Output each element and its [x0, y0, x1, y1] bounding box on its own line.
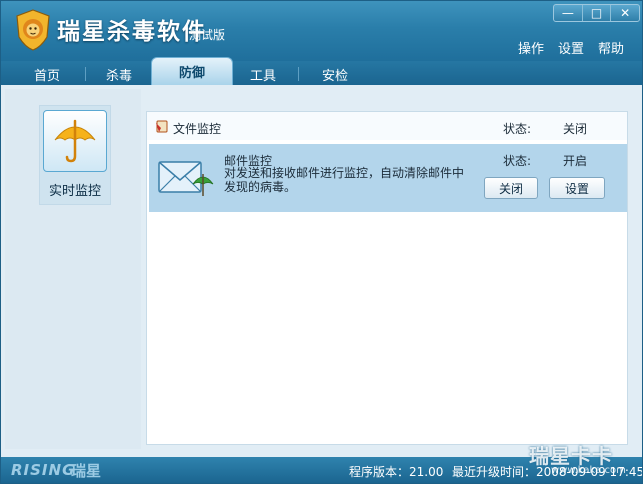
menu-operate[interactable]: 操作	[518, 38, 544, 57]
menu-settings[interactable]: 设置	[558, 38, 584, 57]
file-monitor-status-label: 状态:	[503, 122, 532, 136]
brand-logo-en: RISING	[11, 461, 76, 479]
lion-logo-icon	[15, 9, 51, 51]
main-window: 瑞星杀毒软件 测试版 — □ ✕ 操作 设置 帮助 首页 杀毒 防御 工具 安检	[0, 0, 643, 484]
sidebar-item-label: 实时监控	[48, 184, 101, 199]
mail-monitor-row[interactable]: 邮件监控 对发送和接收邮件进行监控，自动清除邮件中发现的病毒。 状态: 开启 关…	[149, 144, 627, 212]
mail-monitor-icon	[157, 156, 217, 205]
file-monitor-title: 文件监控	[173, 122, 222, 136]
title-bar: 瑞星杀毒软件 测试版 — □ ✕ 操作 设置 帮助	[1, 1, 642, 61]
menu-help[interactable]: 帮助	[598, 38, 624, 57]
monitor-list: 文件监控 状态: 关闭 邮件监控 对发送和接收邮件进行监控，自动清除邮件中发现的…	[146, 111, 628, 445]
status-bar: RISING 瑞星 程序版本：21.00 最近升级时间：2008-09-09 1…	[1, 457, 642, 483]
content-area: 实时监控 文件监控 状态: 关闭 邮件监控 对发送和接收邮件进行监控，自动清除邮…	[1, 85, 642, 457]
file-monitor-row[interactable]: 文件监控 状态: 关闭	[147, 112, 627, 140]
app-subtitle: 测试版	[189, 28, 226, 42]
tab-separator	[298, 67, 299, 81]
minimize-button[interactable]: —	[554, 5, 582, 21]
sidebar-item-realtime-monitor[interactable]: 实时监控	[39, 105, 111, 205]
tab-tools[interactable]: 工具	[230, 63, 296, 85]
file-monitor-status-value: 关闭	[563, 122, 588, 136]
tab-scan[interactable]: 杀毒	[86, 63, 152, 85]
sidebar: 实时监控	[5, 89, 141, 449]
mail-monitor-description: 对发送和接收邮件进行监控，自动清除邮件中发现的病毒。	[224, 166, 465, 194]
file-monitor-icon	[155, 120, 169, 137]
close-button[interactable]: ✕	[610, 5, 639, 21]
maximize-button[interactable]: □	[581, 5, 611, 21]
window-controls: — □ ✕	[553, 4, 640, 22]
last-update-time: 最近升级时间：2008-09-09 17:45	[452, 465, 643, 479]
top-menu: 操作 设置 帮助	[518, 38, 624, 57]
tab-security-check[interactable]: 安检	[302, 63, 368, 85]
app-title: 瑞星杀毒软件	[57, 19, 207, 45]
brand-logo-cn: 瑞星	[71, 462, 102, 480]
mail-monitor-status-label: 状态:	[503, 154, 532, 168]
program-version: 程序版本：21.00	[349, 465, 444, 479]
mail-monitor-status-value: 开启	[563, 154, 588, 168]
tab-defense[interactable]: 防御	[151, 57, 233, 85]
umbrella-icon	[43, 110, 107, 172]
main-tab-bar: 首页 杀毒 防御 工具 安检	[1, 57, 642, 85]
tab-home[interactable]: 首页	[14, 63, 80, 85]
mail-monitor-settings-button[interactable]: 设置	[549, 177, 605, 199]
mail-monitor-close-button[interactable]: 关闭	[484, 177, 538, 199]
